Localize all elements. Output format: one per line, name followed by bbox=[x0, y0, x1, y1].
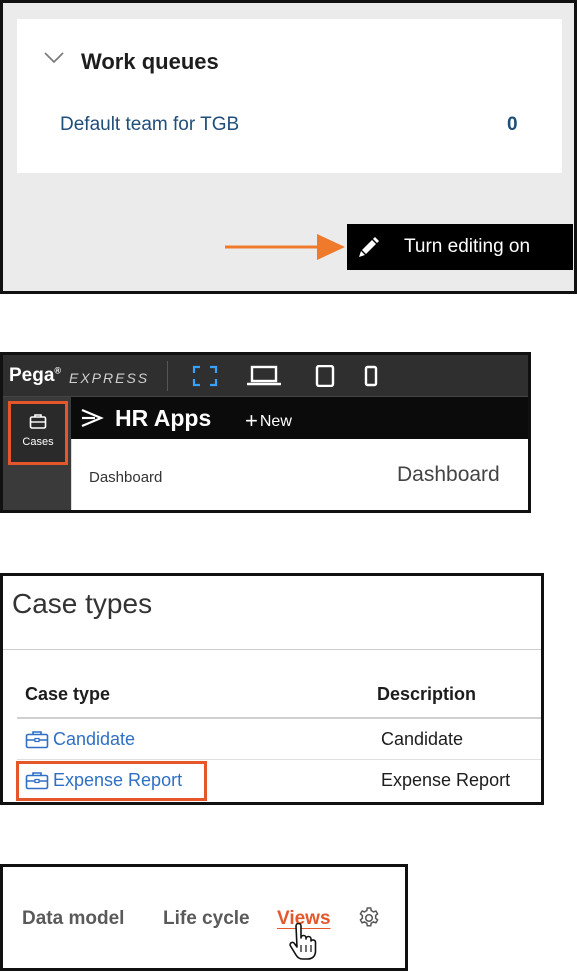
pega-logo-reg: ® bbox=[54, 365, 62, 376]
tab-data-model[interactable]: Data model bbox=[22, 908, 124, 930]
work-queues-panel: Work queues Default team for TGB 0 Turn … bbox=[0, 0, 577, 294]
mobile-view-icon[interactable] bbox=[364, 365, 378, 387]
work-queues-title: Work queues bbox=[81, 49, 219, 74]
new-button[interactable]: + New bbox=[245, 408, 292, 434]
hand-cursor-icon bbox=[289, 923, 317, 960]
case-types-title: Case types bbox=[12, 588, 153, 619]
work-queue-count[interactable]: 0 bbox=[507, 114, 518, 136]
arrow-right-icon bbox=[225, 234, 345, 260]
turn-editing-on-button[interactable]: Turn editing on bbox=[347, 224, 573, 270]
express-label: EXPRESS bbox=[69, 370, 150, 386]
case-type-description: Candidate bbox=[381, 729, 464, 749]
studio-sidebar: Cases bbox=[3, 397, 71, 510]
tablet-view-icon[interactable] bbox=[315, 365, 335, 387]
fullscreen-icon[interactable] bbox=[192, 365, 218, 387]
case-type-link-candidate[interactable]: Candidate bbox=[25, 729, 135, 750]
studio-content: Dashboard Dashboard bbox=[71, 439, 528, 510]
case-type-description: Expense Report bbox=[381, 770, 511, 790]
column-header-description: Description bbox=[377, 684, 477, 704]
pega-logo-text: Pega bbox=[9, 365, 55, 386]
chevron-down-icon[interactable] bbox=[43, 51, 65, 65]
plus-icon: + bbox=[245, 408, 258, 433]
table-header-divider bbox=[17, 717, 541, 719]
new-button-label: New bbox=[259, 413, 292, 430]
pega-express-studio: Pega® EXPRESS Cases HR Apps + New Dashbo… bbox=[0, 352, 531, 513]
studio-top-bar: Pega® EXPRESS bbox=[3, 355, 528, 397]
table-row-divider bbox=[17, 759, 541, 760]
pega-logo: Pega® bbox=[9, 365, 61, 387]
toolbar-divider bbox=[167, 361, 168, 391]
app-title: HR Apps bbox=[115, 405, 212, 431]
case-type-name: Candidate bbox=[53, 729, 136, 749]
column-header-case-type: Case type bbox=[25, 684, 111, 704]
tab-life-cycle[interactable]: Life cycle bbox=[163, 908, 250, 930]
briefcase-icon bbox=[25, 731, 49, 749]
case-designer-tabs: Data model Life cycle Views bbox=[0, 864, 408, 971]
app-logo-icon bbox=[81, 408, 104, 428]
work-queue-link[interactable]: Default team for TGB bbox=[60, 114, 239, 136]
divider bbox=[3, 649, 541, 650]
turn-editing-on-label: Turn editing on bbox=[404, 236, 531, 257]
app-header: HR Apps + New bbox=[71, 397, 528, 439]
nav-item-dashboard[interactable]: Dashboard bbox=[89, 469, 162, 486]
desktop-view-icon[interactable] bbox=[246, 365, 282, 387]
page-title: Dashboard bbox=[397, 463, 500, 486]
sidebar-item-cases[interactable]: Cases bbox=[8, 401, 68, 465]
pencil-icon bbox=[359, 237, 379, 257]
case-types-panel: Case types Case type Description Candida… bbox=[0, 573, 544, 805]
sidebar-item-label: Cases bbox=[22, 436, 54, 448]
nav-divider bbox=[71, 439, 72, 510]
briefcase-icon bbox=[29, 414, 47, 429]
gear-icon[interactable] bbox=[357, 906, 381, 930]
highlight-box bbox=[16, 761, 207, 801]
work-queues-card: Work queues Default team for TGB 0 bbox=[17, 19, 562, 173]
